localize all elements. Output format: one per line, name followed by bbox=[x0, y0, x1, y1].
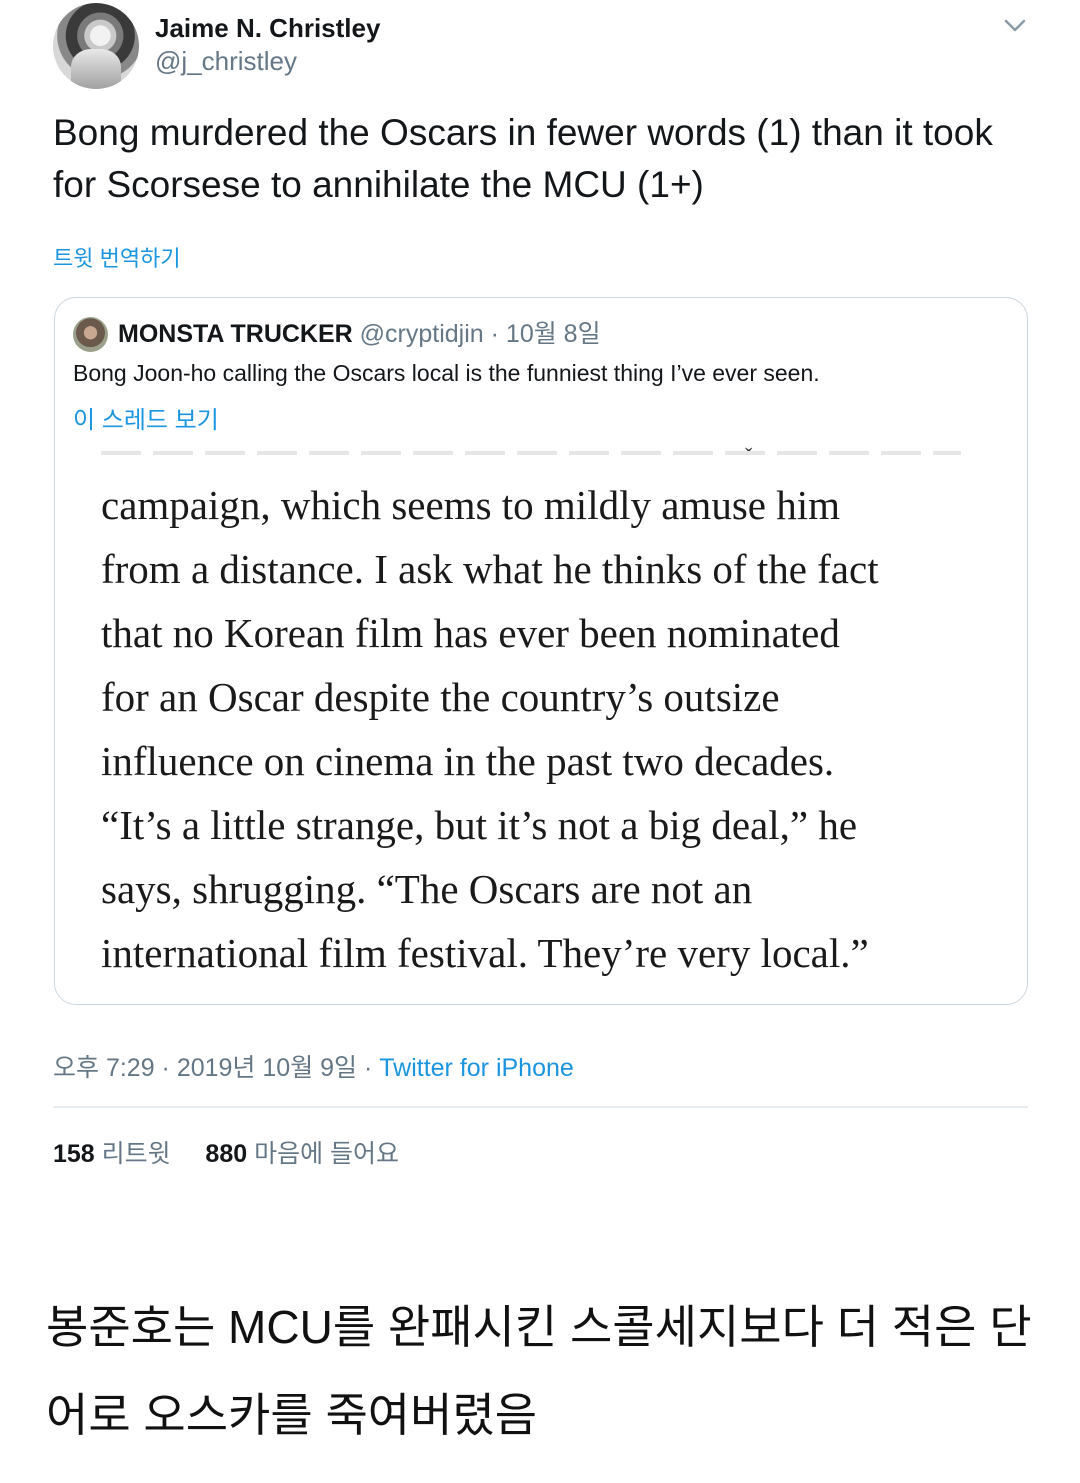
author-name[interactable]: Jaime N. Christley bbox=[155, 13, 380, 44]
tweet-client-link[interactable]: Twitter for iPhone bbox=[379, 1054, 574, 1082]
image-text-line: campaign, which seems to mildly amuse hi… bbox=[101, 482, 841, 528]
retweets-stat[interactable]: 158 리트윗 bbox=[53, 1140, 171, 1168]
quoted-author-name: MONSTA TRUCKER bbox=[118, 320, 353, 348]
divider bbox=[53, 1106, 1028, 1108]
quoted-tweet-image[interactable]: ˇ campaign, which seems to mildly amuse … bbox=[55, 441, 1027, 1004]
quoted-tweet-text: Bong Joon-ho calling the Oscars local is… bbox=[73, 360, 820, 386]
translate-tweet-link[interactable]: 트윗 번역하기 bbox=[53, 241, 181, 273]
quoted-tweet-header: MONSTA TRUCKER @cryptidjin · 10월 8일 bbox=[118, 317, 601, 351]
show-thread-link[interactable]: 이 스레드 보기 bbox=[73, 400, 219, 435]
likes-count: 880 bbox=[205, 1140, 248, 1168]
quoted-tweet[interactable]: MONSTA TRUCKER @cryptidjin · 10월 8일 Bong… bbox=[54, 297, 1028, 1005]
image-text-line: for an Oscar despite the country’s outsi… bbox=[101, 674, 780, 720]
quoted-author-handle: @cryptidjin bbox=[359, 320, 484, 348]
caption-line: 어로 오스카를 죽여버렸음 bbox=[46, 1389, 538, 1441]
retweets-label: 리트윗 bbox=[101, 1140, 171, 1168]
likes-label: 마음에 들어요 bbox=[254, 1140, 400, 1168]
tweet-metadata: 오후 7:29 · 2019년 10월 9일 · Twitter for iPh… bbox=[53, 1048, 574, 1084]
cropped-text-line bbox=[101, 451, 961, 455]
quoted-tweet-date: · 10월 8일 bbox=[490, 320, 601, 348]
tweet-stats: 158 리트윗 880 마음에 들어요 bbox=[53, 1134, 399, 1170]
chevron-down-icon[interactable] bbox=[1002, 14, 1028, 36]
retweets-count: 158 bbox=[53, 1140, 95, 1168]
image-text-line: from a distance. I ask what he thinks of… bbox=[101, 546, 879, 592]
caption: 봉준호는 MCU를 완패시킨 스콜세지보다 더 적은 단 어로 오스카를 죽여버… bbox=[46, 1283, 1046, 1459]
author-handle[interactable]: @j_christley bbox=[155, 46, 297, 77]
caption-line: 봉준호는 MCU를 완패시킨 스콜세지보다 더 적은 단 bbox=[46, 1301, 1032, 1353]
image-text-line: international film festival. They’re ver… bbox=[101, 930, 869, 976]
cropped-text-mark: ˇ bbox=[745, 443, 753, 468]
likes-stat[interactable]: 880 마음에 들어요 bbox=[205, 1140, 399, 1168]
image-text-line: that no Korean film has ever been nomina… bbox=[101, 610, 840, 656]
quoted-author-avatar bbox=[73, 317, 108, 352]
image-text-line: says, shrugging. “The Oscars are not an bbox=[101, 866, 753, 912]
author-avatar[interactable] bbox=[53, 3, 139, 89]
tweet-text: Bong murdered the Oscars in fewer words … bbox=[53, 112, 993, 205]
tweet-timestamp[interactable]: 오후 7:29 · 2019년 10월 9일 · bbox=[53, 1054, 379, 1082]
image-text-line: influence on cinema in the past two deca… bbox=[101, 738, 835, 784]
image-text-line: “It’s a little strange, but it’s not a b… bbox=[101, 802, 858, 848]
